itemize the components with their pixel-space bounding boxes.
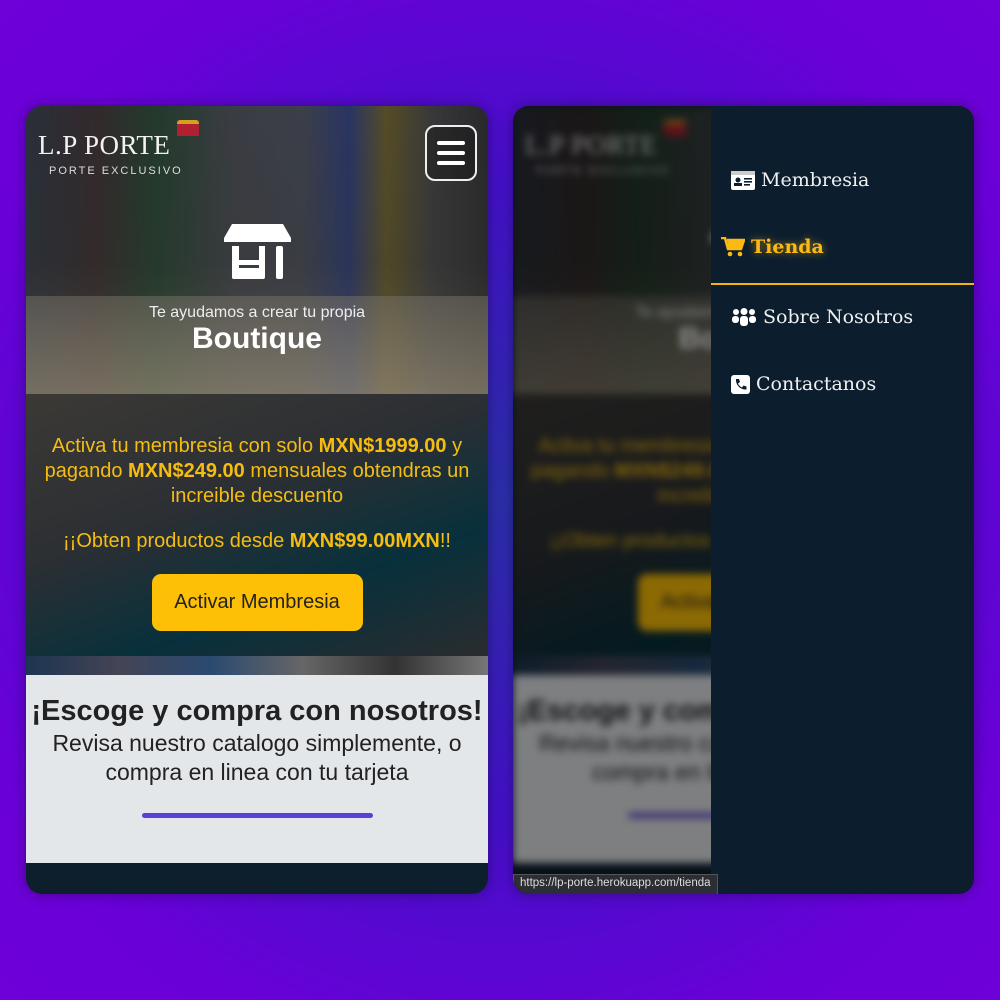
phone-icon [731, 374, 750, 394]
hero-title: Boutique [192, 322, 322, 355]
sidebar-item-membresia[interactable]: Membresia [731, 169, 869, 191]
catalog-title: ¡Escoge y compra con nosotros! [31, 695, 483, 727]
catalog-section: ¡Escoge y compra con nosotros! Revisa nu… [26, 675, 488, 863]
cart-icon [721, 237, 745, 257]
store-icon [224, 224, 291, 279]
crown-icon [177, 120, 199, 136]
hamburger-menu-button[interactable] [425, 125, 477, 181]
sidebar-menu: Membresia Tienda Sobre Nosotros Contacta… [711, 106, 974, 894]
promo-text: Activa tu membresia con solo MXN$1999.00… [44, 435, 470, 507]
catalog-text: Revisa nuestro catalogo simplemente, o c… [52, 730, 462, 785]
status-bar-url: https://lp-porte.herokuapp.com/tienda [513, 874, 718, 894]
logo-name: L.P PORTE [38, 130, 171, 160]
users-icon [732, 308, 756, 326]
image-strip [26, 656, 488, 676]
sidebar-item-contactanos[interactable]: Contactanos [731, 373, 876, 395]
sidebar-item-tienda[interactable]: Tienda [721, 236, 824, 258]
activate-membership-button[interactable]: Activar Membresia [151, 574, 363, 631]
logo-tagline: PORTE EXCLUSIVO [49, 165, 183, 177]
membership-promo: Activa tu membresia con solo MXN$1999.00… [26, 394, 488, 656]
hero-section: L.P PORTE PORTE EXCLUSIVO Te ayudamos a … [26, 106, 488, 394]
hero-subtitle: Te ayudamos a crear tu propia [148, 304, 366, 321]
phone-screen-menu-open: L.P PORTE PORTE EXCLUSIVO Te ayudamos a … [513, 106, 974, 894]
active-indicator [711, 283, 974, 285]
sidebar-item-sobre-nosotros[interactable]: Sobre Nosotros [731, 306, 913, 328]
id-card-icon [731, 170, 755, 190]
promo-products-text: ¡¡Obten productos desde MXN$99.00MXN!! [63, 530, 451, 552]
logo[interactable]: L.P PORTE PORTE EXCLUSIVO [38, 120, 199, 177]
phone-screen-main: L.P PORTE PORTE EXCLUSIVO Te ayudamos a … [26, 106, 488, 894]
divider [141, 813, 373, 818]
